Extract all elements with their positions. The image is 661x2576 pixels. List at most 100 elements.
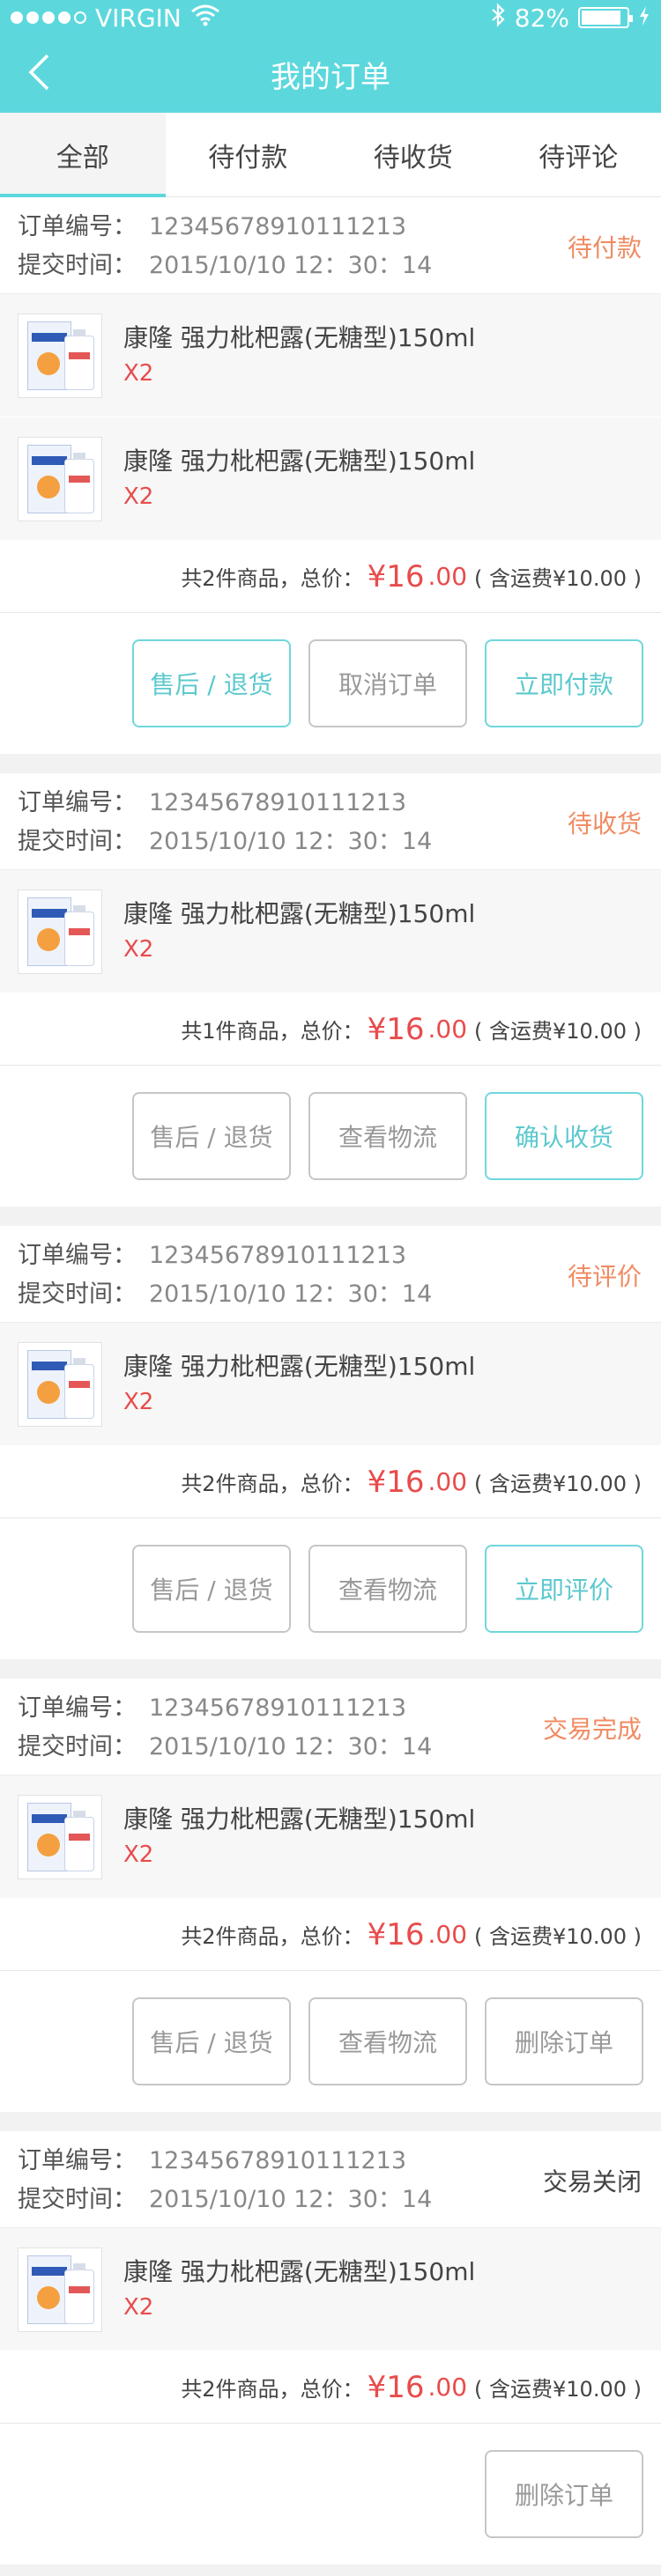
order-header: 订单编号： 12345678910111213 提交时间： 2015/10/10 12… bbox=[0, 773, 661, 870]
product-item[interactable]: 康隆 强力枇杷露(无糖型)150ml X2 bbox=[0, 417, 661, 541]
total-price-decimal: .00 bbox=[427, 1015, 468, 1044]
order-total: 共2件商品，总价： ¥16.00( 含运费¥10.00 ) bbox=[0, 1446, 661, 1518]
order-number-line: 订单编号： 12345678910111213 bbox=[18, 784, 643, 823]
shipping-fee: ( 含运费¥10.00 ) bbox=[474, 566, 642, 591]
order-card: 订单编号： 12345678910111213 提交时间： 2015/10/10 12… bbox=[0, 1679, 661, 2112]
order-number-label: 订单编号： bbox=[18, 1694, 137, 1722]
order-action-button[interactable]: 取消订单 bbox=[308, 639, 467, 727]
nav-bar: 我的订单 bbox=[0, 35, 661, 113]
order-action-button[interactable]: 确认收货 bbox=[485, 1092, 643, 1180]
bluetooth-icon bbox=[490, 2, 506, 33]
tab-label: 待收货 bbox=[373, 142, 453, 173]
order-action-button[interactable]: 售后 / 退货 bbox=[132, 1092, 291, 1180]
order-action-button[interactable]: 售后 / 退货 bbox=[132, 1997, 291, 2085]
tab-pending-review[interactable]: 待评论 bbox=[496, 113, 661, 196]
order-card: 订单编号： 12345678910111213 提交时间： 2015/10/10 12… bbox=[0, 1226, 661, 1659]
total-price: ¥16 bbox=[367, 1011, 425, 1047]
order-number-label: 订单编号： bbox=[18, 789, 137, 816]
order-status-label: 待评价 bbox=[567, 1262, 642, 1291]
product-name: 康隆 强力枇杷露(无糖型)150ml bbox=[123, 898, 476, 928]
top-bar: VIRGIN 82% 我的订单 bbox=[0, 0, 661, 113]
carrier-label: VIRGIN bbox=[95, 3, 182, 33]
order-number-label: 订单编号： bbox=[18, 213, 137, 240]
product-image bbox=[18, 1341, 102, 1427]
product-image bbox=[18, 889, 102, 974]
tab-label: 待评论 bbox=[538, 142, 619, 173]
order-action-button[interactable]: 立即评价 bbox=[485, 1545, 643, 1633]
order-action-button[interactable]: 删除订单 bbox=[485, 1997, 643, 2085]
order-card: 订单编号： 12345678910111213 提交时间： 2015/10/10 12… bbox=[0, 197, 661, 754]
page-title: 我的订单 bbox=[271, 59, 390, 95]
total-price-decimal: .00 bbox=[427, 562, 468, 591]
product-info: 康隆 强力枇杷露(无糖型)150ml X2 bbox=[123, 1349, 475, 1420]
product-item[interactable]: 康隆 强力枇杷露(无糖型)150ml X2 bbox=[0, 1323, 661, 1446]
order-action-button[interactable]: 查看物流 bbox=[308, 1997, 467, 2085]
back-button[interactable] bbox=[14, 49, 63, 99]
product-item[interactable]: 康隆 强力枇杷露(无糖型)150ml X2 bbox=[0, 870, 661, 993]
order-status-label: 待收货 bbox=[567, 809, 642, 838]
tab-pending-payment[interactable]: 待付款 bbox=[166, 113, 331, 196]
order-action-button[interactable]: 售后 / 退货 bbox=[132, 639, 291, 727]
product-item[interactable]: 康隆 强力枇杷露(无糖型)150ml X2 bbox=[0, 1775, 661, 1899]
product-bottle-graphic bbox=[64, 1810, 94, 1871]
order-total: 共2件商品，总价： ¥16.00( 含运费¥10.00 ) bbox=[0, 541, 661, 613]
order-number: 12345678910111213 bbox=[149, 213, 407, 240]
order-total: 共1件商品，总价： ¥16.00( 含运费¥10.00 ) bbox=[0, 993, 661, 1066]
total-price: ¥16 bbox=[367, 558, 425, 594]
submit-time: 2015/10/10 12：30：14 bbox=[149, 252, 433, 279]
total-summary-label: 共2件商品，总价： bbox=[181, 2377, 364, 2402]
order-tabs: 全部 待付款 待收货 待评论 bbox=[0, 113, 661, 197]
order-action-button[interactable]: 删除订单 bbox=[485, 2450, 643, 2538]
submit-time-line: 提交时间： 2015/10/10 12：30：14 bbox=[18, 247, 643, 285]
order-total: 共2件商品，总价： ¥16.00( 含运费¥10.00 ) bbox=[0, 1899, 661, 1971]
product-image bbox=[18, 436, 102, 521]
product-name: 康隆 强力枇杷露(无糖型)150ml bbox=[123, 446, 476, 476]
order-number: 12345678910111213 bbox=[149, 789, 407, 816]
order-action-button[interactable]: 售后 / 退货 bbox=[132, 1545, 291, 1633]
total-summary-label: 共2件商品，总价： bbox=[181, 566, 364, 591]
product-bottle-graphic bbox=[64, 328, 94, 390]
product-name: 康隆 强力枇杷露(无糖型)150ml bbox=[123, 1351, 476, 1381]
status-right: 82% bbox=[490, 2, 650, 33]
product-item[interactable]: 康隆 强力枇杷露(无糖型)150ml X2 bbox=[0, 294, 661, 417]
product-image bbox=[18, 1794, 102, 1879]
product-item[interactable]: 康隆 强力枇杷露(无糖型)150ml X2 bbox=[0, 2228, 661, 2351]
tab-pending-receipt[interactable]: 待收货 bbox=[330, 113, 496, 196]
total-summary-label: 共2件商品，总价： bbox=[181, 1924, 364, 1949]
submit-time-line: 提交时间： 2015/10/10 12：30：14 bbox=[18, 1275, 643, 1314]
product-info: 康隆 强力枇杷露(无糖型)150ml X2 bbox=[123, 1802, 475, 1872]
order-number-line: 订单编号： 12345678910111213 bbox=[18, 208, 643, 247]
tab-label: 全部 bbox=[56, 142, 109, 173]
shipping-fee: ( 含运费¥10.00 ) bbox=[474, 1924, 642, 1949]
total-summary-label: 共1件商品，总价： bbox=[181, 1019, 364, 1044]
order-action-button[interactable]: 查看物流 bbox=[308, 1092, 467, 1180]
order-actions: 售后 / 退货 查看物流 确认收货 bbox=[0, 1066, 661, 1207]
order-number: 12345678910111213 bbox=[149, 2147, 407, 2174]
order-status-label: 交易完成 bbox=[542, 1715, 642, 1744]
total-price: ¥16 bbox=[367, 1916, 425, 1952]
order-status-label: 交易关闭 bbox=[542, 2167, 642, 2196]
order-action-button[interactable]: 立即付款 bbox=[485, 639, 643, 727]
status-left: VIRGIN bbox=[11, 4, 220, 33]
order-number-line: 订单编号： 12345678910111213 bbox=[18, 1236, 643, 1275]
submit-time: 2015/10/10 12：30：14 bbox=[149, 828, 433, 855]
product-quantity: X2 bbox=[123, 1388, 154, 1415]
wifi-icon bbox=[190, 4, 220, 33]
signal-strength-icon bbox=[11, 11, 86, 24]
total-price-decimal: .00 bbox=[427, 1467, 468, 1496]
product-quantity: X2 bbox=[123, 359, 154, 387]
order-number-label: 订单编号： bbox=[18, 1242, 137, 1269]
order-total: 共2件商品，总价： ¥16.00( 含运费¥10.00 ) bbox=[0, 2351, 661, 2424]
order-action-button[interactable]: 查看物流 bbox=[308, 1545, 467, 1633]
status-bar: VIRGIN 82% bbox=[0, 0, 661, 35]
charging-bolt-icon bbox=[638, 4, 650, 33]
product-image bbox=[18, 313, 102, 398]
product-quantity: X2 bbox=[123, 935, 154, 963]
tab-all[interactable]: 全部 bbox=[0, 113, 166, 197]
order-header: 订单编号： 12345678910111213 提交时间： 2015/10/10 12… bbox=[0, 2131, 661, 2228]
submit-time-label: 提交时间： bbox=[18, 828, 137, 855]
order-header: 订单编号： 12345678910111213 提交时间： 2015/10/10 12… bbox=[0, 197, 661, 294]
product-bottle-graphic bbox=[64, 2262, 94, 2324]
tab-label: 待付款 bbox=[208, 142, 288, 173]
product-info: 康隆 强力枇杷露(无糖型)150ml X2 bbox=[123, 897, 475, 967]
